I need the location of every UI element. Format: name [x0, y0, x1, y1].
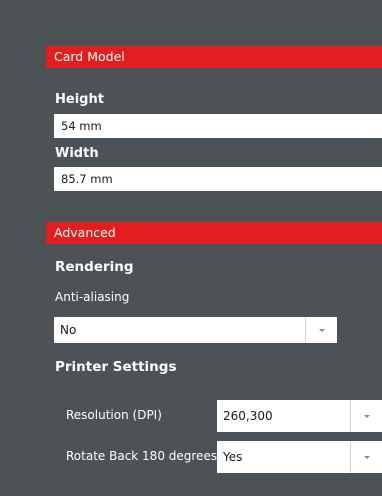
anti-aliasing-dropdown-button[interactable]: [305, 317, 337, 343]
resolution-select[interactable]: 260,300: [217, 400, 382, 432]
printer-settings-title: Printer Settings: [55, 359, 177, 375]
anti-aliasing-select[interactable]: No: [54, 317, 337, 343]
anti-aliasing-label: Anti-aliasing: [55, 290, 130, 304]
chevron-down-icon: [318, 328, 325, 332]
rotate-back-label: Rotate Back 180 degrees: [66, 449, 218, 463]
resolution-dropdown-button[interactable]: [350, 400, 382, 432]
rotate-back-dropdown-button[interactable]: [350, 441, 382, 473]
height-label: Height: [55, 92, 104, 107]
width-input[interactable]: 85.7 mm: [54, 167, 382, 191]
chevron-down-icon: [363, 455, 370, 459]
resolution-value: 260,300: [223, 409, 273, 423]
height-input[interactable]: 54 mm: [54, 114, 382, 138]
rotate-back-select[interactable]: Yes: [217, 441, 382, 473]
card-model-header: Card Model: [46, 46, 382, 68]
anti-aliasing-value: No: [60, 323, 77, 337]
advanced-header: Advanced: [46, 222, 382, 244]
rotate-back-value: Yes: [223, 450, 243, 464]
rendering-title: Rendering: [55, 259, 134, 275]
width-label: Width: [55, 146, 99, 161]
resolution-label: Resolution (DPI): [66, 408, 162, 422]
chevron-down-icon: [363, 414, 370, 418]
